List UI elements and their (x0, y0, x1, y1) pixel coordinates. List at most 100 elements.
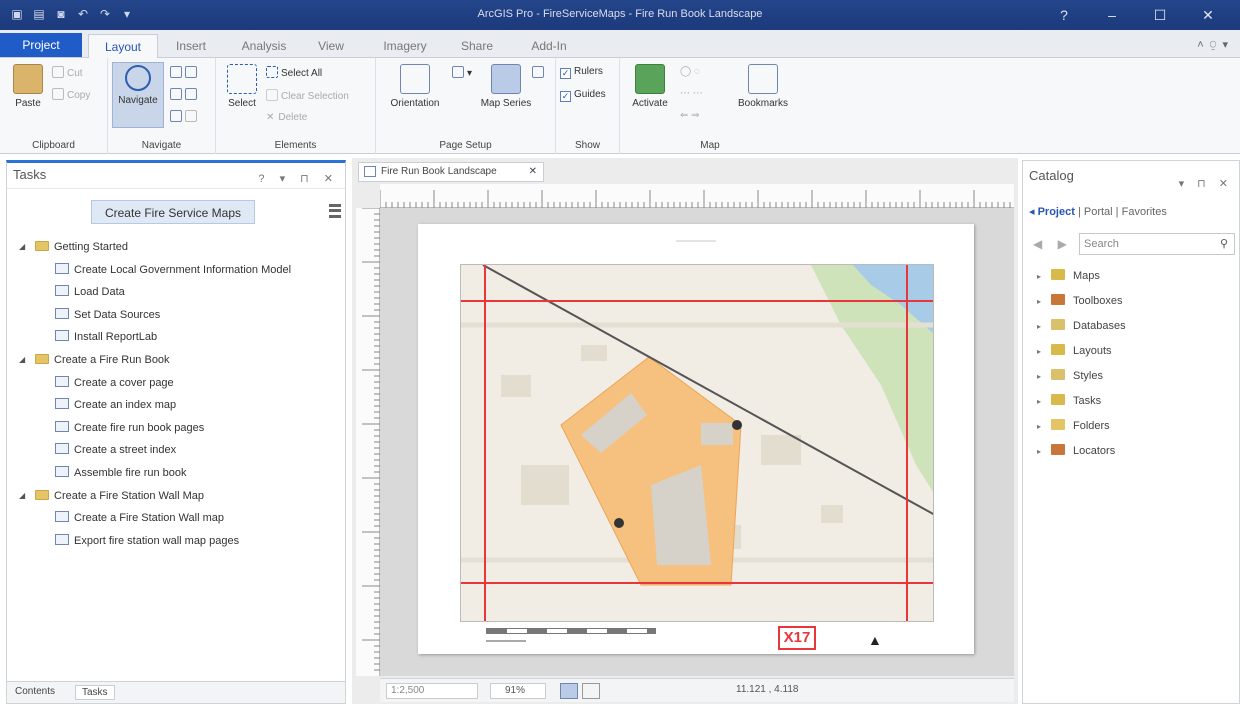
expand-arrow-icon[interactable]: ▸ (1037, 266, 1051, 288)
task-group[interactable]: ◢ Getting Started (7, 236, 345, 259)
activate-button[interactable]: Activate (624, 62, 676, 128)
select-button[interactable]: Select (216, 62, 268, 128)
task-item[interactable]: Create Local Government Information Mode… (7, 259, 345, 282)
map-series-button[interactable]: Map Series (480, 62, 532, 128)
layout-page[interactable]: X17 ▲ (418, 224, 974, 654)
tab-insert[interactable]: Insert (164, 34, 218, 58)
search-icon[interactable]: ⚲ (1220, 234, 1228, 254)
zoom-out-icon[interactable] (170, 88, 200, 106)
styles-icon (1051, 369, 1065, 380)
task-group[interactable]: ◢ Create a Fire Station Wall Map (7, 485, 345, 508)
task-item[interactable]: Install ReportLab (7, 326, 345, 349)
catalog-item-databases[interactable]: ▸ Databases (1037, 315, 1126, 337)
tab-analysis[interactable]: Analysis (232, 34, 296, 58)
full-extent-icon[interactable] (170, 110, 200, 128)
expand-arrow-icon[interactable]: ▸ (1037, 416, 1051, 438)
page-copy-icon[interactable] (532, 66, 547, 84)
catalog-item-toolboxes[interactable]: ▸ Toolboxes (1037, 290, 1123, 312)
subtab-portal[interactable]: Portal (1084, 206, 1113, 218)
task-item[interactable]: Create a street index (7, 439, 345, 462)
tab-layout[interactable]: Layout (88, 34, 158, 58)
fit-page-icon[interactable] (560, 683, 578, 699)
select-all-button[interactable]: Select All (266, 66, 322, 84)
layout-canvas[interactable]: X17 ▲ (380, 208, 1014, 676)
page-number-label[interactable]: X17 (778, 626, 816, 650)
map-navigation-icon[interactable]: ◯ ◌ (680, 66, 700, 84)
zoom-in-icon[interactable] (170, 66, 200, 84)
navigate-button[interactable]: Navigate (112, 62, 164, 128)
create-fire-service-maps-button[interactable]: Create Fire Service Maps (91, 200, 255, 224)
back-forward-icon[interactable]: ◀ ▶ (1033, 237, 1073, 251)
delete-button[interactable]: ✕ Delete (266, 112, 307, 130)
paste-button[interactable]: Paste (2, 62, 54, 128)
ruler-ticks (379, 190, 1011, 208)
cut-button[interactable]: Cut (52, 66, 83, 84)
ribbon-options-icon[interactable]: ˄ ⍜ ▾ (1197, 38, 1228, 52)
task-item[interactable]: Assemble fire run book (7, 462, 345, 485)
tab-tasks[interactable]: Tasks (75, 685, 115, 700)
expand-arrow-icon[interactable]: ▸ (1037, 291, 1051, 313)
catalog-search-input[interactable]: Search ⚲ (1079, 233, 1235, 255)
tab-add-in[interactable]: Add-In (518, 34, 580, 58)
clear-selection-button[interactable]: Clear Selection (266, 89, 349, 107)
select-all-label: Select All (281, 68, 323, 79)
task-item[interactable]: Create an index map (7, 394, 345, 417)
task-item[interactable]: Create a cover page (7, 372, 345, 395)
tab-imagery[interactable]: Imagery (374, 34, 436, 58)
pane-controls-icon[interactable]: ▾ ⊓ ✕ (1179, 169, 1233, 199)
close-button[interactable]: ✕ (1184, 4, 1232, 26)
tab-contents[interactable]: Contents (9, 685, 61, 698)
catalog-item-maps[interactable]: ▸ Maps (1037, 265, 1100, 287)
catalog-item-tasks[interactable]: ▸ Tasks (1037, 390, 1101, 412)
minimize-button[interactable]: – (1088, 4, 1136, 26)
grid-view-icon[interactable] (582, 683, 600, 699)
layout-icon (364, 166, 376, 177)
orientation-button[interactable]: Orientation (384, 62, 446, 128)
map-extent-icon[interactable]: ⋯ ⋯ (680, 88, 703, 106)
page-size-icon[interactable]: ▾ (452, 66, 472, 84)
expand-arrow-icon[interactable]: ▸ (1037, 441, 1051, 463)
expand-arrow-icon[interactable]: ▸ (1037, 366, 1051, 388)
catalog-item-layouts[interactable]: ▸ Layouts (1037, 340, 1112, 362)
cut-label: Cut (67, 68, 83, 79)
subtab-favorites[interactable]: Favorites (1122, 206, 1167, 218)
maximize-button[interactable]: ☐ (1136, 4, 1184, 26)
databases-icon (1051, 319, 1065, 330)
tab-share[interactable]: Share (452, 34, 502, 58)
collapse-arrow-icon[interactable]: ◢ (19, 485, 25, 507)
map-previous-icon[interactable]: ⇐ ⇒ (680, 110, 700, 128)
guides-checkbox[interactable]: ✓ Guides (560, 89, 606, 107)
tab-view[interactable]: View (308, 34, 354, 58)
subtab-project[interactable]: Project (1038, 206, 1075, 218)
bookmarks-button[interactable]: Bookmarks (730, 62, 796, 128)
tab-project[interactable]: Project (0, 33, 82, 57)
collapse-arrow-icon[interactable]: ◢ (19, 349, 25, 371)
task-group[interactable]: ◢ Create a Fire Run Book (7, 349, 345, 372)
copy-button[interactable]: Copy (52, 88, 90, 106)
catalog-item-styles[interactable]: ▸ Styles (1037, 365, 1103, 387)
rulers-checkbox[interactable]: ✓ Rulers (560, 66, 603, 84)
expand-arrow-icon[interactable]: ▸ (1037, 316, 1051, 338)
task-icon (55, 307, 69, 319)
zoom-input[interactable]: 91% (490, 683, 546, 699)
expand-arrow-icon[interactable]: ▸ (1037, 341, 1051, 363)
pane-controls-icon[interactable]: ? ▾ ⊓ ✕ (258, 167, 339, 191)
task-item[interactable]: Create a Fire Station Wall map (7, 507, 345, 530)
scale-input[interactable]: 1:2,500 (386, 683, 478, 699)
catalog-item-folders[interactable]: ▸ Folders (1037, 415, 1110, 437)
task-item[interactable]: Load Data (7, 281, 345, 304)
menu-icon[interactable] (329, 204, 341, 218)
task-item[interactable]: Set Data Sources (7, 304, 345, 327)
map-frame[interactable] (460, 264, 934, 622)
close-tab-icon[interactable]: ✕ (529, 163, 537, 181)
layout-document-tab[interactable]: Fire Run Book Landscape ✕ (358, 162, 544, 182)
horizontal-ruler[interactable] (379, 184, 1014, 208)
north-arrow-icon[interactable]: ▲ (868, 632, 882, 648)
expand-arrow-icon[interactable]: ▸ (1037, 391, 1051, 413)
task-item[interactable]: Create fire run book pages (7, 417, 345, 440)
task-item[interactable]: Export fire station wall map pages (7, 530, 345, 553)
help-button[interactable]: ? (1040, 4, 1088, 26)
catalog-item-locators[interactable]: ▸ Locators (1037, 440, 1115, 462)
vertical-ruler[interactable] (356, 207, 380, 676)
collapse-arrow-icon[interactable]: ◢ (19, 236, 25, 258)
